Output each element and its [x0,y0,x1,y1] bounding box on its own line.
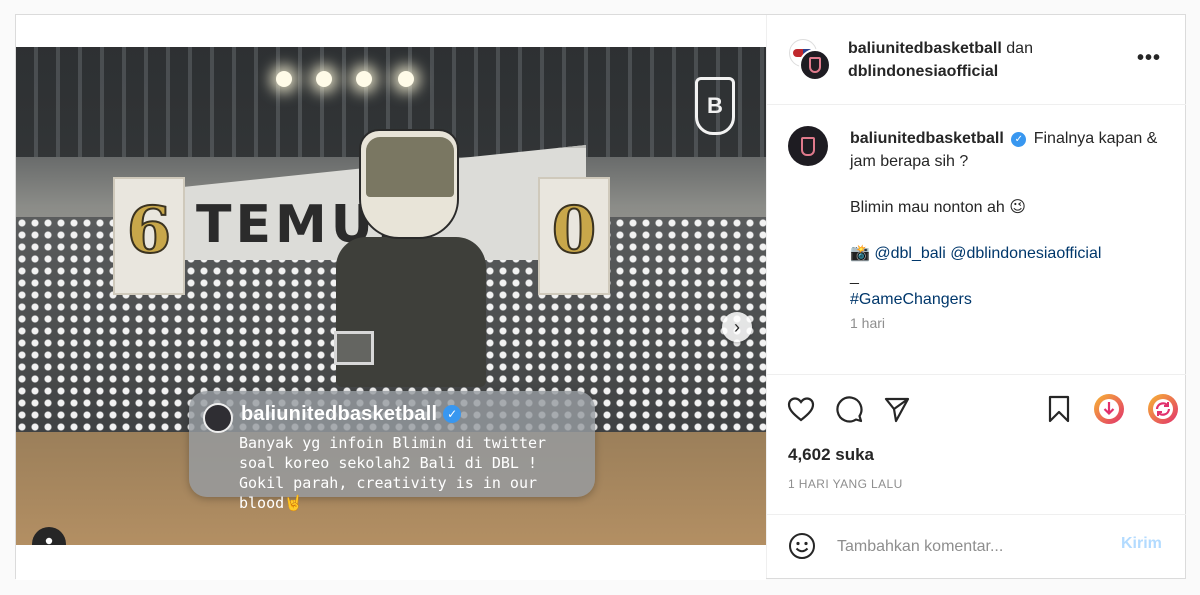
post-actions: 4,602 suka 1 HARI YANG LALU [767,374,1186,514]
header-username-1[interactable]: baliunitedbasketball [848,40,1002,57]
post-media: TEMUK 6 0 B baliunitedbasketball ✓ Banyak… [16,15,766,580]
post-photo[interactable]: TEMUK 6 0 B baliunitedbasketball ✓ Banyak… [16,47,766,545]
post-details: baliunitedbasketball dan dblindonesiaoff… [766,15,1186,578]
collab-usernames: baliunitedbasketball dan dblindonesiaoff… [848,37,1033,83]
baliunited-avatar [799,49,831,81]
more-options-button[interactable]: ••• [1137,47,1161,70]
post-header: baliunitedbasketball dan dblindonesiaoff… [767,15,1186,105]
team-logo-watermark: B [695,77,735,135]
header-joiner: dan [1006,40,1033,57]
stadium-light [316,71,332,87]
sticker-avatar [203,403,233,433]
caption-timestamp: 1 hari [850,315,886,331]
comments-section: baliunitedbasketball ✓ Finalnya kapan & … [767,106,1186,373]
collab-avatar[interactable] [789,39,833,83]
hashtag-link[interactable]: #GameChangers [850,291,972,308]
mention-link[interactable]: @dblindonesiaofficial [950,245,1101,262]
flag-left: 6 [113,177,185,295]
sticker-text: Banyak yg infoin Blimin di twitter soal … [239,434,547,512]
caption-separator: _ [850,268,859,285]
caption-avatar[interactable] [788,126,828,166]
heart-icon[interactable] [785,393,817,425]
add-comment-bar: Kirim [767,514,1186,578]
likes-count[interactable]: 4,602 suka [788,445,874,465]
emoji-icon[interactable] [788,532,816,565]
figure-cap [366,137,454,197]
flag-right: 0 [538,177,610,295]
stadium-light [276,71,292,87]
caption-line-2: Blimin mau nonton ah 😉 [850,199,1026,216]
post-timestamp: 1 HARI YANG LALU [788,477,903,491]
caption-username[interactable]: baliunitedbasketball [850,130,1004,147]
stadium-light [356,71,372,87]
verified-icon: ✓ [443,405,462,423]
chevron-right-icon[interactable]: › [722,312,752,342]
sticker-username: baliunitedbasketball ✓ [241,403,462,426]
bookmark-icon[interactable] [1043,393,1075,425]
post-card: TEMUK 6 0 B baliunitedbasketball ✓ Banyak… [15,14,1186,580]
repost-icon[interactable] [1147,393,1179,425]
verified-icon: ✓ [1011,132,1027,147]
camera-emoji: 📸 [850,245,870,262]
comment-icon[interactable] [833,393,865,425]
header-username-2[interactable]: dblindonesiaofficial [848,63,998,80]
stadium-light [398,71,414,87]
caption: baliunitedbasketball ✓ Finalnya kapan & … [850,127,1165,311]
comment-input[interactable] [837,533,1107,561]
basketball-hoop [334,331,374,365]
mention-link[interactable]: @dbl_bali [874,245,945,262]
repost-sticker: baliunitedbasketball ✓ Banyak yg infoin B… [189,391,595,512]
download-icon[interactable] [1093,393,1125,425]
post-comment-button[interactable]: Kirim [1121,535,1162,553]
share-icon[interactable] [881,393,913,425]
